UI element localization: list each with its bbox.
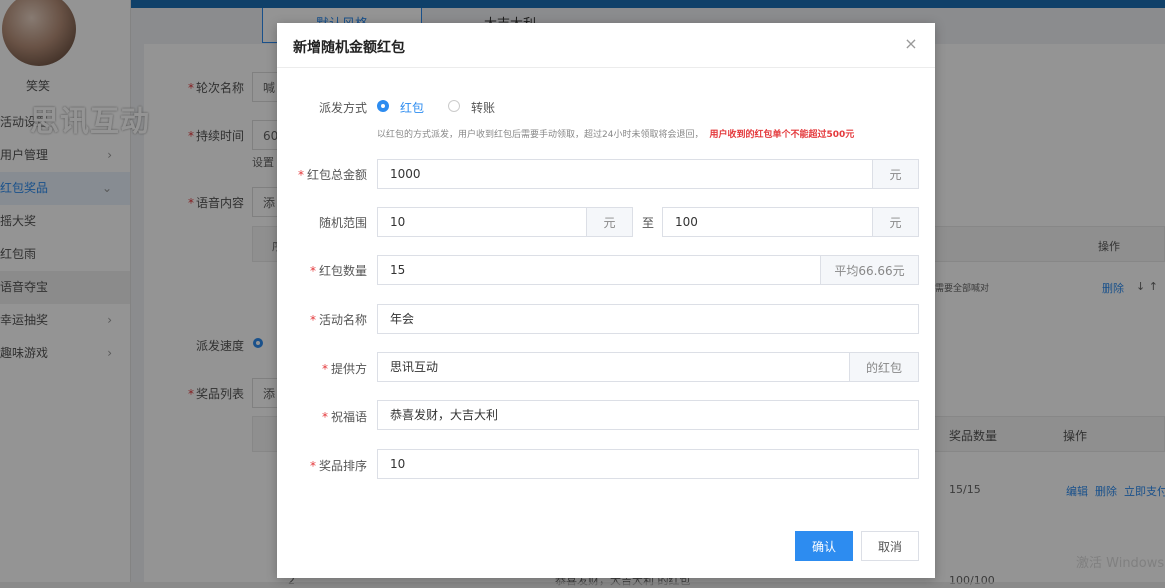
prize-sort-input[interactable]: 10	[377, 449, 919, 479]
label-total-amount: * 红包总金额	[297, 168, 367, 182]
range-min-unit: 元	[586, 207, 633, 237]
label-prize-sort: * 奖品排序	[309, 459, 367, 473]
range-max-value: 100	[675, 215, 698, 229]
provider-suffix: 的红包	[849, 352, 919, 382]
radio-redpacket[interactable]	[377, 100, 389, 112]
range-max-unit: 元	[872, 207, 919, 237]
dispatch-hint: 以红包的方式派发，用户收到红包后需要手动领取，超过24小时未领取将会退回， 用户收…	[377, 127, 854, 140]
add-random-redpacket-dialog: 新增随机金额红包 × 派发方式 红包 转账 以红包的方式派发，用户收到红包后需要…	[277, 23, 935, 578]
label-dispatch-method: 派发方式	[318, 101, 367, 115]
range-max-input[interactable]: 100 元	[662, 207, 919, 237]
label-provider: * 提供方	[321, 362, 367, 376]
wish-input[interactable]: 恭喜发财，大吉大利	[377, 400, 919, 430]
dialog-title: 新增随机金额红包	[293, 40, 405, 56]
wish-value: 恭喜发财，大吉大利	[390, 408, 499, 422]
provider-value: 思讯互动	[390, 360, 439, 374]
redpacket-count-value: 15	[390, 263, 406, 277]
activity-name-input[interactable]: 年会	[377, 304, 919, 334]
total-amount-value: 1000	[390, 167, 421, 181]
confirm-button[interactable]: 确认	[795, 531, 853, 561]
dispatch-hint-text: 以红包的方式派发，用户收到红包后需要手动领取，超过24小时未领取将会退回，	[377, 130, 704, 140]
range-min-value: 10	[390, 215, 406, 229]
range-min-input[interactable]: 10 元	[377, 207, 633, 237]
total-amount-input[interactable]: 1000 元	[377, 159, 919, 189]
label-random-range: 随机范围	[318, 216, 367, 230]
dispatch-hint-warning: 用户收到的红包单个不能超过500元	[709, 130, 855, 140]
cancel-button[interactable]: 取消	[861, 531, 919, 561]
total-amount-unit: 元	[872, 159, 919, 189]
activity-name-value: 年会	[390, 312, 415, 326]
label-wish: * 祝福语	[321, 410, 367, 424]
average-amount-addon: 平均66.66元	[820, 255, 919, 285]
provider-input[interactable]: 思讯互动 的红包	[377, 352, 919, 382]
radio-transfer[interactable]	[448, 100, 460, 112]
close-icon[interactable]: ×	[903, 35, 919, 53]
label-activity-name: * 活动名称	[309, 313, 367, 327]
radio-transfer-label[interactable]: 转账	[471, 99, 495, 116]
dialog-header: 新增随机金额红包 ×	[277, 23, 935, 68]
radio-redpacket-label[interactable]: 红包	[400, 99, 424, 116]
redpacket-count-input[interactable]: 15 平均66.66元	[377, 255, 919, 285]
prize-sort-value: 10	[390, 457, 406, 471]
label-redpacket-count: * 红包数量	[309, 264, 367, 278]
range-separator: 至	[642, 216, 655, 230]
